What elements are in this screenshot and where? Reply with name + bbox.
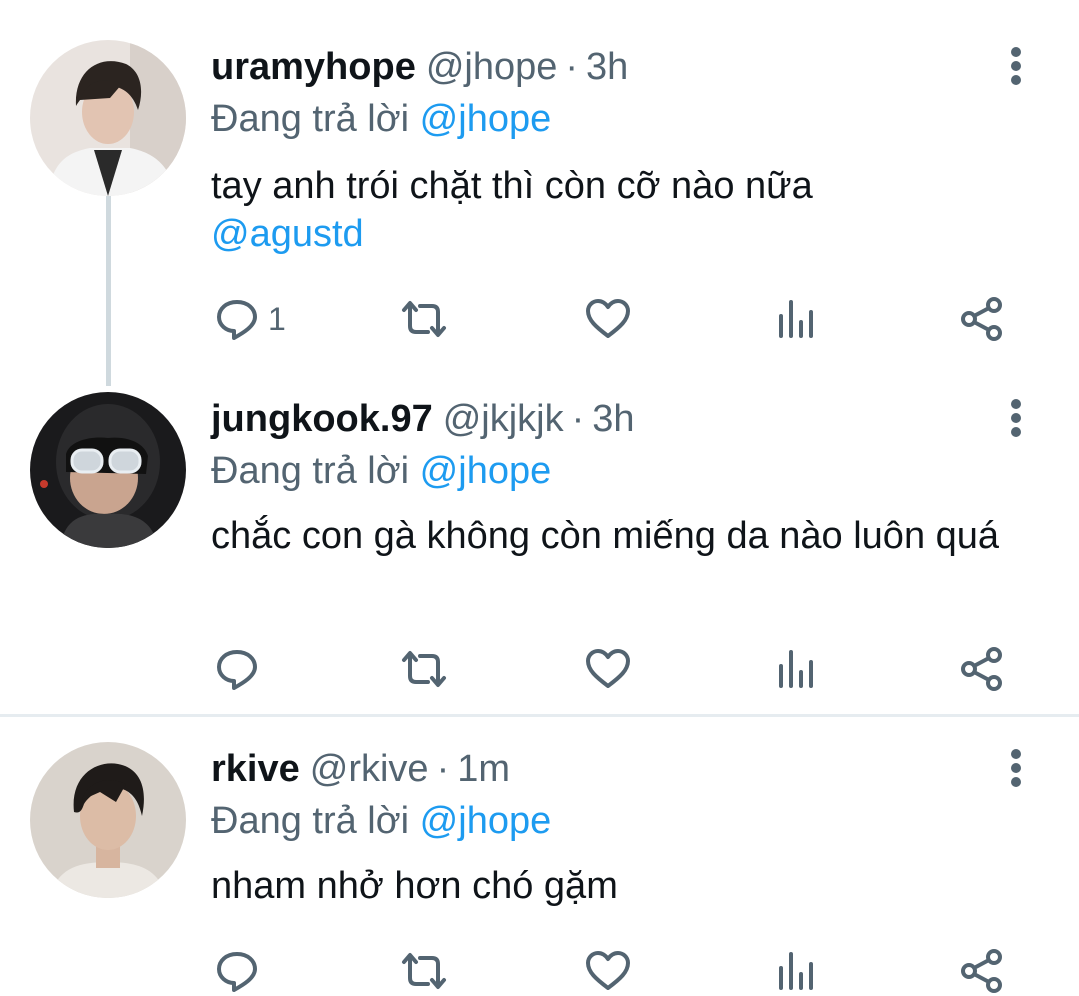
header-separator: · — [565, 46, 579, 88]
user-handle[interactable]: @jkjkjk — [443, 394, 564, 444]
display-name[interactable]: jungkook.97 — [211, 394, 433, 444]
retweet-icon — [398, 296, 450, 342]
display-name[interactable]: rkive — [211, 744, 300, 794]
tweet-header: jungkook.97 @jkjkjk · 3h — [211, 394, 635, 444]
more-options-icon[interactable] — [996, 38, 1036, 94]
analytics-button[interactable] — [776, 294, 816, 344]
tweet-3[interactable]: rkive @rkive · 1m Đang trả lời @jhope nh… — [0, 740, 1079, 995]
tweet-actions — [0, 946, 1079, 996]
like-button[interactable] — [584, 946, 632, 996]
share-icon — [960, 646, 1006, 692]
tweet-actions — [0, 644, 1079, 694]
tweet-mention[interactable]: @agustd — [211, 213, 364, 255]
reply-button[interactable] — [214, 644, 268, 694]
share-button[interactable] — [960, 294, 1006, 344]
header-separator: · — [436, 748, 450, 790]
tweet-1[interactable]: uramyhope @jhope · 3h Đang trả lời @jhop… — [0, 0, 1079, 360]
replying-to-line: Đang trả lời @jhope — [211, 796, 551, 846]
analytics-icon — [776, 646, 816, 692]
replying-to-label: Đang trả lời — [211, 98, 410, 140]
replying-to-label: Đang trả lời — [211, 800, 410, 842]
analytics-icon — [776, 296, 816, 342]
replying-to-mention[interactable]: @jhope — [420, 450, 552, 492]
analytics-icon — [776, 948, 816, 994]
share-icon — [960, 296, 1006, 342]
tweet-text: tay anh trói chặt thì còn cỡ nào nữa @ag… — [211, 162, 1031, 258]
replying-to-line: Đang trả lời @jhope — [211, 446, 551, 496]
replying-to-mention[interactable]: @jhope — [420, 800, 552, 842]
tweet-text: nham nhở hơn chó gặm — [211, 862, 1031, 910]
replying-to-mention[interactable]: @jhope — [420, 98, 552, 140]
reply-icon — [214, 296, 260, 342]
like-icon — [584, 948, 632, 994]
like-button[interactable] — [584, 294, 632, 344]
tweet-divider — [0, 714, 1079, 717]
display-name[interactable]: uramyhope — [211, 42, 416, 92]
replying-to-label: Đang trả lời — [211, 450, 410, 492]
tweet-text-content: tay anh trói chặt thì còn cỡ nào nữa — [211, 165, 813, 207]
tweet-text: chắc con gà không còn miếng da nào luôn … — [211, 512, 1011, 560]
replying-to-line: Đang trả lời @jhope — [211, 94, 551, 144]
reply-icon — [214, 948, 260, 994]
share-icon — [960, 948, 1006, 994]
retweet-icon — [398, 646, 450, 692]
like-button[interactable] — [584, 644, 632, 694]
tweet-header: uramyhope @jhope · 3h — [211, 42, 628, 92]
reply-button[interactable] — [214, 946, 268, 996]
like-icon — [584, 646, 632, 692]
timestamp[interactable]: 3h — [592, 394, 634, 444]
retweet-button[interactable] — [398, 294, 450, 344]
avatar[interactable] — [30, 40, 186, 196]
header-separator: · — [571, 398, 585, 440]
share-button[interactable] — [960, 644, 1006, 694]
reply-icon — [214, 646, 260, 692]
timestamp[interactable]: 3h — [586, 42, 628, 92]
retweet-button[interactable] — [398, 644, 450, 694]
tweet-2[interactable]: jungkook.97 @jkjkjk · 3h Đang trả lời @j… — [0, 388, 1079, 710]
avatar[interactable] — [30, 742, 186, 898]
more-options-icon[interactable] — [996, 390, 1036, 446]
user-handle[interactable]: @jhope — [426, 42, 558, 92]
tweet-header: rkive @rkive · 1m — [211, 744, 510, 794]
analytics-button[interactable] — [776, 946, 816, 996]
retweet-button[interactable] — [398, 946, 450, 996]
more-options-icon[interactable] — [996, 740, 1036, 796]
retweet-icon — [398, 948, 450, 994]
like-icon — [584, 296, 632, 342]
tweet-text-content: chắc con gà không còn miếng da nào luôn … — [211, 515, 1000, 557]
avatar[interactable] — [30, 392, 186, 548]
share-button[interactable] — [960, 946, 1006, 996]
analytics-button[interactable] — [776, 644, 816, 694]
reply-button[interactable]: 1 — [214, 294, 286, 344]
reply-count: 1 — [268, 300, 286, 337]
tweet-actions: 1 — [0, 294, 1079, 344]
timestamp[interactable]: 1m — [457, 744, 510, 794]
user-handle[interactable]: @rkive — [310, 744, 429, 794]
tweet-text-content: nham nhở hơn chó gặm — [211, 865, 618, 907]
